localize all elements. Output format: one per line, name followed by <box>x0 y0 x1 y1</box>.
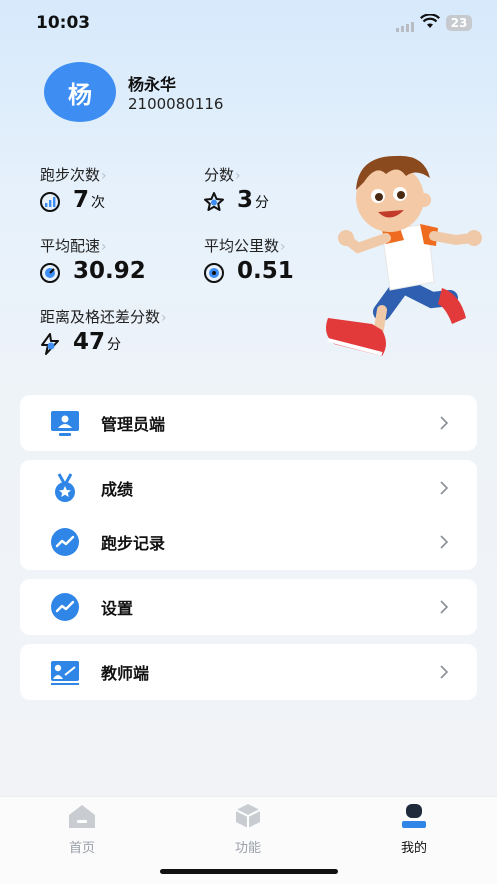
stat-avg-pace[interactable]: 平均配速 30.92 <box>40 235 146 284</box>
stat-run-count[interactable]: 跑步次数 7 次 <box>40 164 107 213</box>
tab-mine[interactable]: 我的 <box>374 803 454 856</box>
tab-mine-label: 我的 <box>400 841 427 856</box>
lightning-icon <box>41 333 59 355</box>
avatar[interactable]: 杨 <box>44 62 116 122</box>
records-card: 成绩 跑步记录 <box>20 460 477 570</box>
cellular-signal-icon <box>396 22 414 32</box>
settings-card: 设置 <box>20 579 477 635</box>
chevron-right-icon <box>440 665 449 679</box>
stat-run-count-unit: 次 <box>91 195 106 211</box>
user-name: 杨永华 <box>128 75 177 94</box>
stat-run-count-label: 跑步次数 <box>40 164 107 185</box>
chevron-right-icon <box>440 481 449 495</box>
stat-score-unit: 分 <box>255 195 270 211</box>
menu-item-grades[interactable]: 成绩 <box>20 460 477 516</box>
stat-gap-to-pass[interactable]: 距离及格还差分数 47 分 <box>40 306 167 355</box>
stat-gap-to-pass-value: 47 <box>73 329 106 355</box>
tab-home-label: 首页 <box>68 841 95 856</box>
stat-avg-km-label: 平均公里数 <box>204 235 294 256</box>
stat-run-count-value: 7 <box>73 187 90 213</box>
menu-item-admin[interactable]: 管理员端 <box>20 395 477 451</box>
menu-item-run-records[interactable]: 跑步记录 <box>20 514 477 570</box>
signal-bars-icon <box>40 192 60 212</box>
stat-gap-to-pass-unit: 分 <box>107 337 122 353</box>
menu-item-teacher[interactable]: 教师端 <box>20 644 477 700</box>
menu-item-grades-label: 成绩 <box>101 480 134 499</box>
admin-monitor-icon <box>51 411 79 436</box>
battery-icon: 23 <box>446 15 472 31</box>
status-bar: 10:03 23 <box>0 0 497 44</box>
menu-item-admin-label: 管理员端 <box>101 415 166 434</box>
stat-score-label: 分数 <box>204 164 269 185</box>
stat-avg-km-value: 0.51 <box>237 258 294 284</box>
menu-item-run-records-label: 跑步记录 <box>101 534 166 553</box>
stat-avg-pace-value: 30.92 <box>73 258 146 284</box>
running-boy-illustration <box>326 155 482 356</box>
tab-functions-label: 功能 <box>234 841 261 856</box>
home-icon <box>69 805 95 828</box>
stat-avg-km[interactable]: 平均公里数 0.51 <box>204 235 294 284</box>
menu-item-settings-label: 设置 <box>101 599 134 618</box>
wifi-icon <box>420 14 440 28</box>
teacher-card: 教师端 <box>20 644 477 700</box>
stat-score[interactable]: 分数 3 分 <box>204 164 269 213</box>
chevron-right-icon <box>440 600 449 614</box>
user-icon <box>402 804 426 828</box>
menu-item-settings[interactable]: 设置 <box>20 579 477 635</box>
chevron-right-icon <box>440 535 449 549</box>
speedometer-icon <box>40 263 60 283</box>
status-time: 10:03 <box>36 13 91 33</box>
stat-gap-to-pass-label: 距离及格还差分数 <box>40 306 167 327</box>
admin-card: 管理员端 <box>20 395 477 451</box>
tab-functions[interactable]: 功能 <box>208 803 288 856</box>
chevron-right-icon <box>440 416 449 430</box>
cube-icon <box>235 804 261 828</box>
star-icon <box>204 192 224 211</box>
stat-score-value: 3 <box>237 187 254 213</box>
user-id: 2100080116 <box>128 95 224 113</box>
stat-avg-pace-label: 平均配速 <box>40 235 146 256</box>
home-indicator <box>160 869 338 874</box>
target-icon <box>204 263 224 283</box>
trend-line-icon <box>51 528 79 556</box>
medal-icon <box>55 473 75 502</box>
menu-item-teacher-label: 教师端 <box>101 664 150 683</box>
teacher-board-icon <box>51 661 79 685</box>
tab-home[interactable]: 首页 <box>42 803 122 856</box>
settings-trend-icon <box>51 593 79 621</box>
